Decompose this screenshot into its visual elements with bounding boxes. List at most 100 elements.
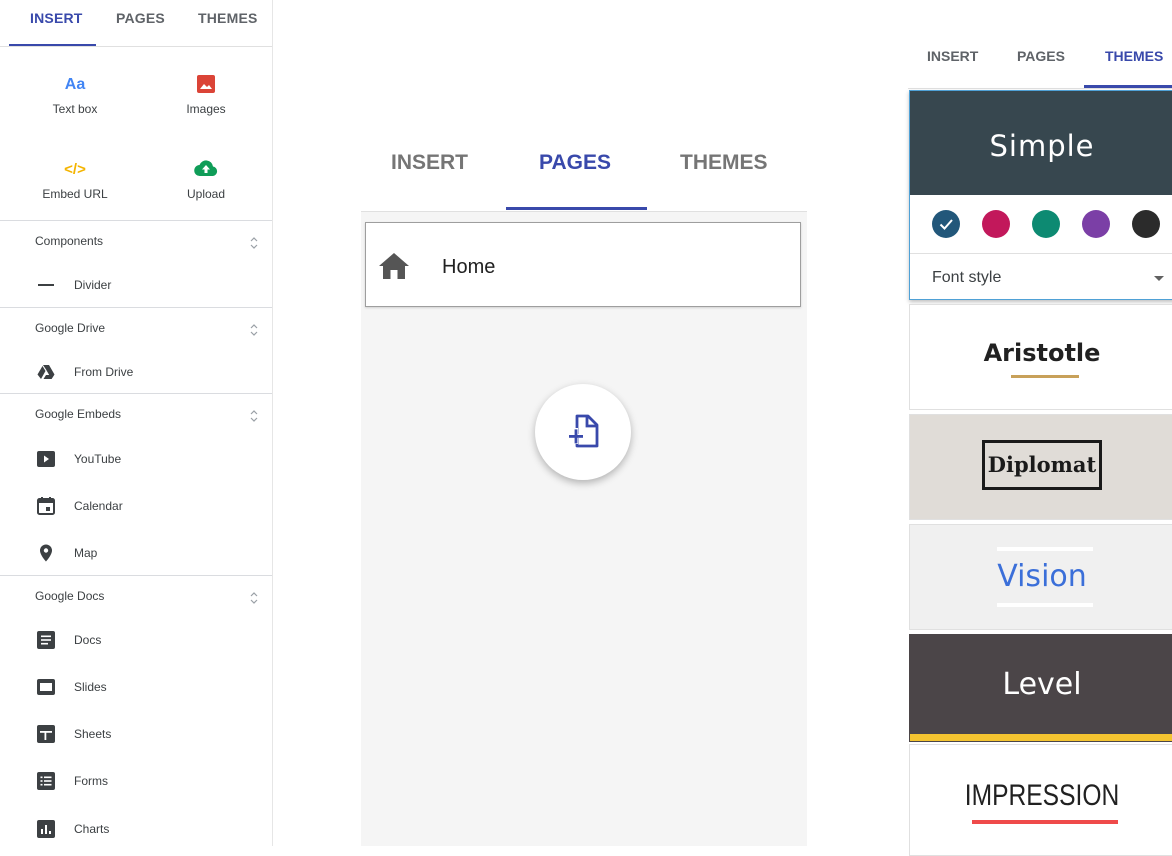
theme-rule-top [997,547,1093,551]
insert-charts[interactable]: Charts [0,810,272,850]
tab-insert[interactable]: INSERT [391,151,468,175]
tab-themes[interactable]: THEMES [1105,48,1163,64]
insert-map[interactable]: Map [0,534,272,574]
item-label: Divider [74,278,112,292]
theme-card-vision[interactable]: Vision [909,524,1172,630]
insert-youtube[interactable]: YouTube [0,440,272,480]
forms-icon [37,772,55,790]
embed-code-icon: </> [64,161,86,178]
insert-panel: INSERT PAGES THEMES Aa Text box Images <… [0,0,273,846]
home-icon [379,253,409,279]
pages-panel-tabs: INSERT PAGES THEMES [361,130,807,212]
theme-name: IMPRESSION [964,779,1120,812]
image-icon [151,74,261,96]
item-label: Slides [74,680,107,694]
item-label: Calendar [74,499,123,513]
tab-pages[interactable]: PAGES [539,151,611,175]
tab-pages[interactable]: PAGES [116,10,165,26]
charts-icon [37,820,55,838]
theme-card-simple[interactable]: Simple Font style [909,90,1172,300]
theme-card-impression[interactable]: IMPRESSION [909,744,1172,856]
theme-accent-rule [972,820,1118,824]
tab-themes[interactable]: THEMES [198,10,258,26]
theme-name: Diplomat [987,452,1097,477]
collapse-chevron-icon[interactable] [249,588,259,608]
theme-card-level[interactable]: Level [909,634,1172,742]
upload-label: Upload [186,187,226,201]
themes-panel: INSERT PAGES THEMES Simple Font style Ar… [908,0,1172,856]
font-style-label: Font style [932,269,1002,286]
slides-icon [37,679,55,695]
youtube-icon [37,451,55,467]
calendar-icon [37,497,55,515]
drive-icon [37,365,55,379]
theme-rule-bottom [997,603,1093,607]
theme-card-diplomat[interactable]: Diplomat [909,414,1172,520]
add-page-button[interactable] [535,384,631,480]
collapse-chevron-icon[interactable] [249,406,259,426]
text-box-icon: Aa [64,76,86,93]
section-title: Components [35,234,104,248]
color-swatch-purple[interactable] [1082,210,1110,238]
theme-card-aristotle[interactable]: Aristotle [909,304,1172,410]
themes-panel-tabs: INSERT PAGES THEMES [908,0,1172,89]
item-label: YouTube [74,452,122,466]
theme-name: Simple [989,129,1095,163]
images-label: Images [186,102,226,116]
embed-url-button[interactable]: </> Embed URL [20,159,130,201]
collapse-chevron-icon[interactable] [249,233,259,253]
insert-docs[interactable]: Docs [0,621,272,661]
text-box-button[interactable]: Aa Text box [20,74,130,116]
color-swatch-pink[interactable] [982,210,1010,238]
collapse-chevron-icon[interactable] [249,320,259,340]
color-swatch-teal[interactable] [1032,210,1060,238]
theme-name: Level [1002,667,1082,702]
insert-panel-tabs: INSERT PAGES THEMES [0,0,272,47]
insert-sheets[interactable]: Sheets [0,715,272,755]
color-swatch-blue[interactable] [932,210,960,238]
upload-cloud-icon [151,159,261,181]
dropdown-arrow-icon [1154,276,1164,281]
insert-slides[interactable]: Slides [0,668,272,708]
section-title: Google Drive [35,321,106,335]
item-label: Charts [74,822,110,836]
divider-icon [38,284,54,286]
color-swatch-black[interactable] [1132,210,1160,238]
active-tab-indicator [506,207,647,210]
sheets-icon [37,725,55,743]
page-item-home[interactable]: Home [365,222,801,307]
item-label: Map [74,546,98,560]
upload-button[interactable]: Upload [151,159,261,201]
tab-themes[interactable]: THEMES [680,151,768,175]
section-google-embeds[interactable]: Google Embeds [0,393,272,438]
insert-calendar[interactable]: Calendar [0,487,272,527]
tab-insert[interactable]: INSERT [927,48,978,64]
theme-accent-rule [1011,375,1079,378]
pages-panel: INSERT PAGES THEMES Home [361,130,807,846]
section-google-drive[interactable]: Google Drive [0,307,272,352]
font-style-dropdown[interactable]: Font style [910,253,1172,300]
section-title: Google Docs [35,589,105,603]
docs-icon [37,631,55,649]
item-label: Docs [74,633,102,647]
item-label: Sheets [74,727,112,741]
insert-divider[interactable]: Divider [0,266,272,306]
section-components[interactable]: Components [0,220,272,265]
embed-url-label: Embed URL [42,187,108,201]
images-button[interactable]: Images [151,74,261,116]
map-pin-icon [40,544,52,562]
theme-name: Aristotle [983,339,1101,367]
page-title: Home [442,256,496,278]
add-page-icon [568,414,599,448]
insert-from-drive[interactable]: From Drive [0,353,272,393]
check-icon [939,219,953,230]
tab-pages[interactable]: PAGES [1017,48,1065,64]
text-box-label: Text box [52,102,98,116]
tab-insert[interactable]: INSERT [30,10,83,26]
theme-accent-bar [910,734,1172,741]
insert-forms[interactable]: Forms [0,762,272,802]
section-title: Google Embeds [35,407,122,421]
item-label: From Drive [74,365,134,379]
theme-name: Vision [997,559,1087,594]
section-google-docs[interactable]: Google Docs [0,575,272,620]
